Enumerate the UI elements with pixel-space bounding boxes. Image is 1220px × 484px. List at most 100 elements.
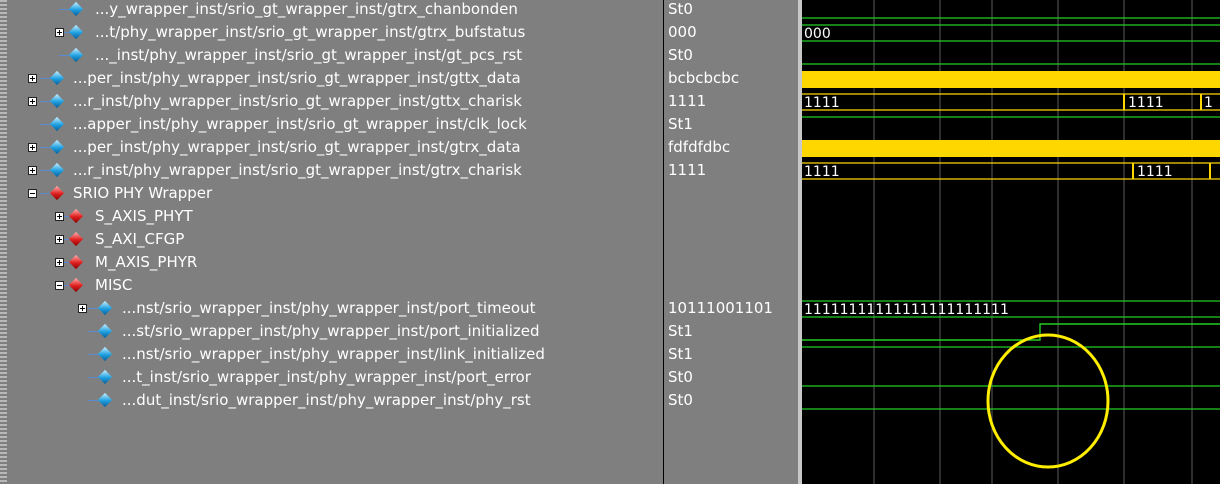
- wave-value-label: 000: [804, 26, 831, 42]
- value-row[interactable]: St0: [664, 389, 798, 412]
- signal-value: bcbcbcbc: [668, 69, 740, 87]
- value-row[interactable]: St0: [664, 44, 798, 67]
- value-row[interactable]: [664, 205, 798, 228]
- signal-value: 10111001101: [668, 299, 773, 317]
- group-diamond-icon: [68, 231, 84, 247]
- group-diamond-icon: [49, 185, 65, 201]
- value-row[interactable]: St0: [664, 0, 798, 21]
- expand-icon[interactable]: [28, 143, 37, 152]
- wave-value-label: 1111: [804, 95, 840, 111]
- signal-name: S_AXIS_PHYT: [95, 207, 193, 225]
- signal-value: St0: [668, 368, 693, 386]
- value-row[interactable]: [664, 228, 798, 251]
- expand-icon[interactable]: [28, 97, 37, 106]
- signal-row[interactable]: ...per_inst/phy_wrapper_inst/srio_gt_wra…: [0, 136, 663, 159]
- signal-value: 1111: [668, 92, 707, 110]
- signal-name: ...nst/srio_wrapper_inst/phy_wrapper_ins…: [122, 299, 536, 317]
- signal-diamond-icon: [68, 47, 84, 63]
- signal-name: ...t/phy_wrapper_inst/srio_gt_wrapper_in…: [95, 23, 526, 41]
- expand-icon[interactable]: [55, 28, 64, 37]
- signal-row[interactable]: ...apper_inst/phy_wrapper_inst/srio_gt_w…: [0, 113, 663, 136]
- value-row[interactable]: fdfdfdbc: [664, 136, 798, 159]
- signal-name: ...t_inst/srio_wrapper_inst/phy_wrapper_…: [122, 368, 531, 386]
- signal-row[interactable]: MISC: [0, 274, 663, 297]
- signal-diamond-icon: [97, 300, 113, 316]
- signal-diamond-icon: [49, 70, 65, 86]
- group-diamond-icon: [68, 208, 84, 224]
- value-row[interactable]: St0: [664, 366, 798, 389]
- signal-diamond-icon: [68, 24, 84, 40]
- signal-value: St1: [668, 322, 693, 340]
- expand-icon[interactable]: [28, 74, 37, 83]
- value-row[interactable]: 10111001101: [664, 297, 798, 320]
- value-row[interactable]: St1: [664, 320, 798, 343]
- expand-icon[interactable]: [78, 304, 87, 313]
- signal-row[interactable]: ...y_wrapper_inst/srio_gt_wrapper_inst/g…: [0, 0, 663, 21]
- signal-row[interactable]: ...r_inst/phy_wrapper_inst/srio_gt_wrapp…: [0, 90, 663, 113]
- signal-row[interactable]: ...t_inst/srio_wrapper_inst/phy_wrapper_…: [0, 366, 663, 389]
- signal-names-pane[interactable]: ...y_wrapper_inst/srio_gt_wrapper_inst/g…: [0, 0, 663, 484]
- signal-name: ...per_inst/phy_wrapper_inst/srio_gt_wra…: [73, 138, 521, 156]
- waveform-canvas: 0001111 1111 11111 111111111111111111111111…: [802, 0, 1220, 484]
- signal-value: 000: [668, 23, 697, 41]
- signal-name: ...st/srio_wrapper_inst/phy_wrapper_inst…: [122, 322, 540, 340]
- waveform-pane[interactable]: 000 1111 1111 1 1111 1111 11111111111111111111…: [802, 0, 1220, 484]
- signal-row[interactable]: ...t/phy_wrapper_inst/srio_gt_wrapper_in…: [0, 21, 663, 44]
- signal-row[interactable]: SRIO PHY Wrapper: [0, 182, 663, 205]
- wave-value-label: 1111: [1137, 164, 1173, 180]
- expand-icon[interactable]: [55, 212, 64, 221]
- wave-value-label: 11111111111111111111111: [804, 302, 1009, 318]
- signal-diamond-icon: [49, 162, 65, 178]
- signal-diamond-icon: [49, 139, 65, 155]
- wave-value-label: 1111: [1128, 95, 1164, 111]
- signal-row[interactable]: ...nst/srio_wrapper_inst/phy_wrapper_ins…: [0, 297, 663, 320]
- signal-value: St0: [668, 46, 693, 64]
- signal-value: fdfdfdbc: [668, 138, 731, 156]
- expand-icon[interactable]: [55, 235, 64, 244]
- signal-name: M_AXIS_PHYR: [95, 253, 198, 271]
- group-diamond-icon: [68, 254, 84, 270]
- signal-values-pane[interactable]: St0 000 St0 bcbcbcbc 1111 St1 fdfdfdbc 1111 1011…: [664, 0, 798, 484]
- signal-name: ...r_inst/phy_wrapper_inst/srio_gt_wrapp…: [73, 161, 522, 179]
- signal-name: ...dut_inst/srio_wrapper_inst/phy_wrappe…: [122, 391, 531, 409]
- expand-icon[interactable]: [28, 166, 37, 175]
- signal-row[interactable]: S_AXI_CFGP: [0, 228, 663, 251]
- wave-value-label: 1111: [804, 164, 840, 180]
- signal-row[interactable]: ..._inst/phy_wrapper_inst/srio_gt_wrappe…: [0, 44, 663, 67]
- signal-diamond-icon: [97, 392, 113, 408]
- signal-row[interactable]: ...nst/srio_wrapper_inst/phy_wrapper_ins…: [0, 343, 663, 366]
- signal-diamond-icon: [49, 93, 65, 109]
- value-row[interactable]: [664, 182, 798, 205]
- value-row[interactable]: 1111: [664, 159, 798, 182]
- collapse-icon[interactable]: [55, 281, 64, 290]
- signal-row[interactable]: ...st/srio_wrapper_inst/phy_wrapper_inst…: [0, 320, 663, 343]
- value-row[interactable]: St1: [664, 343, 798, 366]
- signal-name: ...apper_inst/phy_wrapper_inst/srio_gt_w…: [73, 115, 527, 133]
- signal-row[interactable]: ...r_inst/phy_wrapper_inst/srio_gt_wrapp…: [0, 159, 663, 182]
- signal-name: S_AXI_CFGP: [95, 230, 185, 248]
- value-row[interactable]: 1111: [664, 90, 798, 113]
- collapse-icon[interactable]: [28, 189, 37, 198]
- value-row[interactable]: bcbcbcbc: [664, 67, 798, 90]
- highlight-circle: [986, 333, 1110, 469]
- bus-gtrx-data: [802, 140, 1220, 157]
- signal-diamond-icon: [68, 1, 84, 17]
- signal-value: 1111: [668, 161, 707, 179]
- signal-value: St1: [668, 115, 693, 133]
- signal-name: MISC: [95, 276, 133, 294]
- value-row[interactable]: St1: [664, 113, 798, 136]
- signal-row[interactable]: ...per_inst/phy_wrapper_inst/srio_gt_wra…: [0, 67, 663, 90]
- signal-diamond-icon: [97, 346, 113, 362]
- value-row[interactable]: [664, 274, 798, 297]
- value-row[interactable]: 000: [664, 21, 798, 44]
- value-row[interactable]: [664, 251, 798, 274]
- signal-row[interactable]: ...dut_inst/srio_wrapper_inst/phy_wrappe…: [0, 389, 663, 412]
- signal-row[interactable]: M_AXIS_PHYR: [0, 251, 663, 274]
- signal-row[interactable]: S_AXIS_PHYT: [0, 205, 663, 228]
- expand-icon[interactable]: [55, 258, 64, 267]
- signal-name: ...nst/srio_wrapper_inst/phy_wrapper_ins…: [122, 345, 545, 363]
- signal-name: ...y_wrapper_inst/srio_gt_wrapper_inst/g…: [95, 0, 518, 18]
- signal-name: SRIO PHY Wrapper: [73, 184, 213, 202]
- signal-diamond-icon: [97, 323, 113, 339]
- signal-name: ...r_inst/phy_wrapper_inst/srio_gt_wrapp…: [73, 92, 522, 110]
